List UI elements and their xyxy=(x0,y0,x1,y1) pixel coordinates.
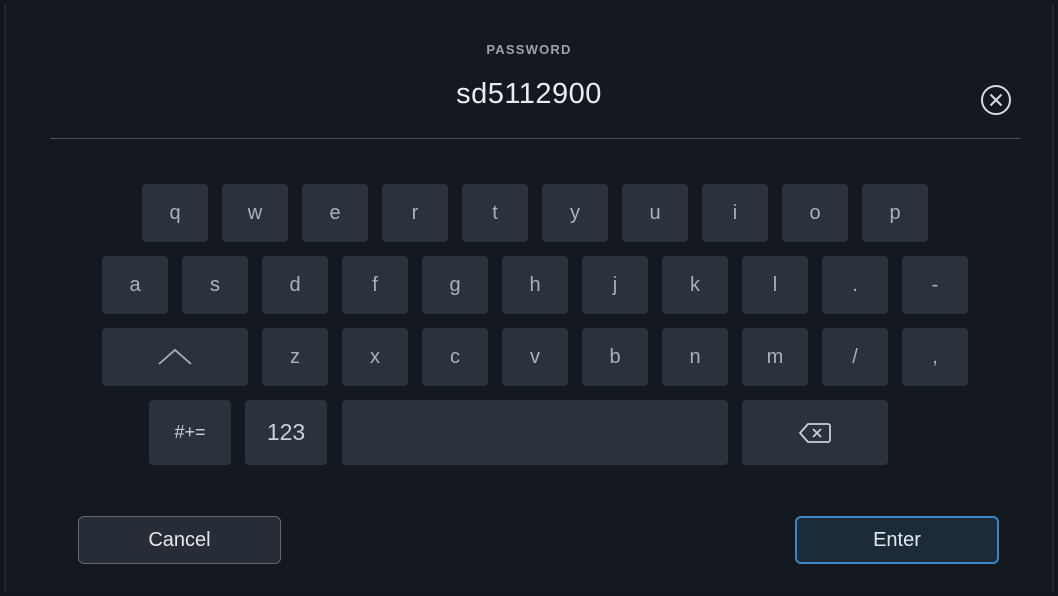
key-z[interactable]: z xyxy=(262,328,328,386)
key-d[interactable]: d xyxy=(262,256,328,314)
key-x[interactable]: x xyxy=(342,328,408,386)
key-t[interactable]: t xyxy=(462,184,528,242)
key-k[interactable]: k xyxy=(662,256,728,314)
password-input[interactable]: sd5112900 xyxy=(0,78,1058,111)
key-c[interactable]: c xyxy=(422,328,488,386)
enter-button[interactable]: Enter xyxy=(795,516,999,564)
key-m[interactable]: m xyxy=(742,328,808,386)
shift-key[interactable] xyxy=(102,328,248,386)
clear-button[interactable] xyxy=(978,82,1014,118)
field-label: PASSWORD xyxy=(486,42,572,57)
key-u[interactable]: u xyxy=(622,184,688,242)
key-r[interactable]: r xyxy=(382,184,448,242)
key-l[interactable]: l xyxy=(742,256,808,314)
key-hyphen[interactable]: - xyxy=(902,256,968,314)
backspace-icon xyxy=(799,422,831,443)
key-e[interactable]: e xyxy=(302,184,368,242)
symbols-key[interactable]: #+= xyxy=(149,400,231,465)
key-comma[interactable]: , xyxy=(902,328,968,386)
key-h[interactable]: h xyxy=(502,256,568,314)
key-j[interactable]: j xyxy=(582,256,648,314)
key-p[interactable]: p xyxy=(862,184,928,242)
numbers-key[interactable]: 123 xyxy=(245,400,327,465)
key-i[interactable]: i xyxy=(702,184,768,242)
cancel-button[interactable]: Cancel xyxy=(78,516,281,564)
key-s[interactable]: s xyxy=(182,256,248,314)
key-y[interactable]: y xyxy=(542,184,608,242)
key-period[interactable]: . xyxy=(822,256,888,314)
key-n[interactable]: n xyxy=(662,328,728,386)
shift-arrow-icon xyxy=(158,348,192,365)
clear-circle-x-icon xyxy=(981,85,1011,115)
backspace-key[interactable] xyxy=(742,400,888,465)
key-f[interactable]: f xyxy=(342,256,408,314)
key-o[interactable]: o xyxy=(782,184,848,242)
space-key[interactable] xyxy=(342,400,728,465)
key-slash[interactable]: / xyxy=(822,328,888,386)
key-q[interactable]: q xyxy=(142,184,208,242)
key-w[interactable]: w xyxy=(222,184,288,242)
key-v[interactable]: v xyxy=(502,328,568,386)
key-g[interactable]: g xyxy=(422,256,488,314)
key-a[interactable]: a xyxy=(102,256,168,314)
divider xyxy=(50,138,1020,139)
key-b[interactable]: b xyxy=(582,328,648,386)
